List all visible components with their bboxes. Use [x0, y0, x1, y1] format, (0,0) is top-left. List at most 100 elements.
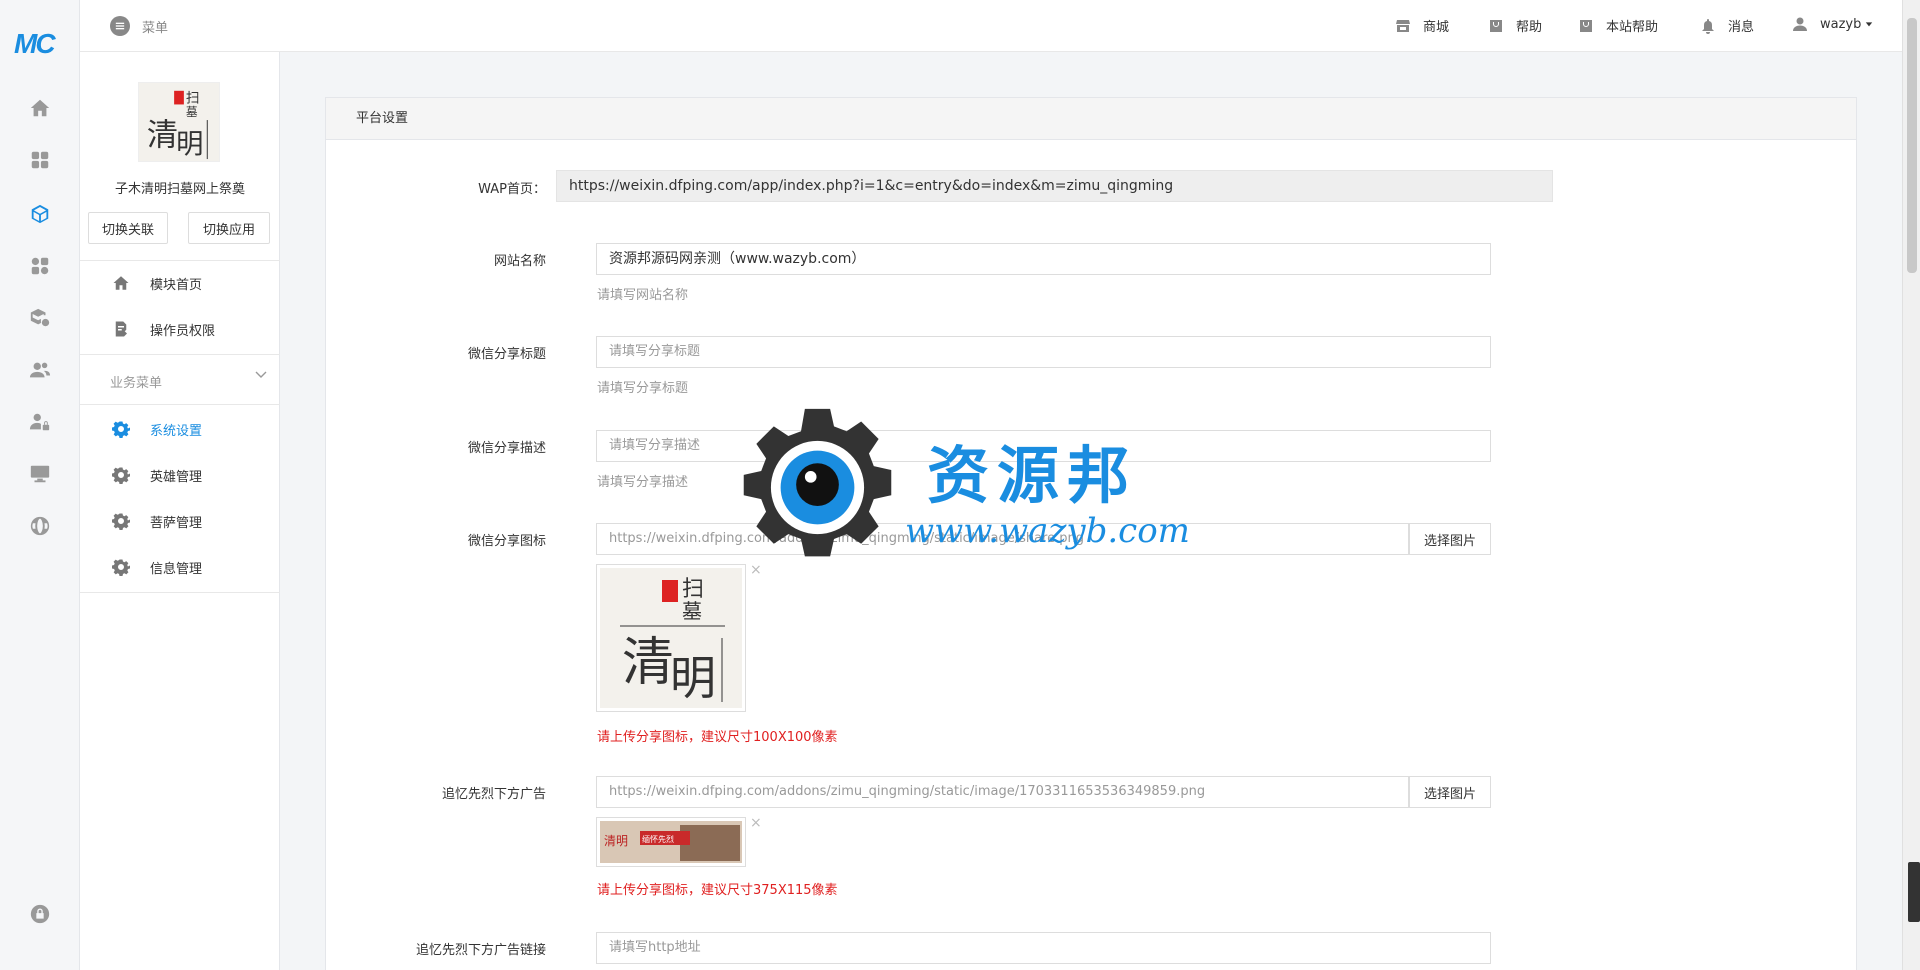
- settings-panel: 平台设置 WAP首页： https://weixin.dfping.com/ap…: [325, 97, 1857, 970]
- site-name-help: 请填写网站名称: [597, 288, 689, 303]
- svg-text:明: 明: [176, 129, 203, 160]
- home-icon: [110, 272, 132, 294]
- nav-system-settings[interactable]: 系统设置: [80, 406, 280, 452]
- scrollbar-thumb[interactable]: [1907, 18, 1917, 273]
- app-logo-image: 扫 墓 清 明: [138, 82, 220, 162]
- choose-share-icon-button[interactable]: 选择图片: [1409, 523, 1491, 555]
- divider: [80, 354, 280, 355]
- username: wazyb: [1820, 16, 1862, 32]
- bag-icon: [1580, 19, 1592, 32]
- rail-monitor-icon[interactable]: [0, 448, 80, 500]
- help-label: 帮助: [1516, 20, 1543, 35]
- rail-home-icon[interactable]: [0, 82, 80, 134]
- nav-operator-permissions[interactable]: 操作员权限: [80, 306, 280, 352]
- svg-text:清明: 清明: [604, 834, 628, 848]
- share-icon-help: 请上传分享图标，建议尺寸100X100像素: [597, 730, 838, 745]
- page-scrollbar[interactable]: [1902, 0, 1920, 970]
- gear-icon: [110, 510, 132, 532]
- share-desc-input[interactable]: 请填写分享描述: [596, 430, 1491, 462]
- ad-link-input[interactable]: 请填写http地址: [596, 932, 1491, 964]
- nav-module-home[interactable]: 模块首页: [80, 260, 280, 306]
- svg-text:明: 明: [670, 651, 716, 705]
- ad-link-label: 追忆先烈下方广告链接: [415, 943, 546, 958]
- switch-app-button[interactable]: 切换应用: [188, 212, 270, 244]
- wap-url-field[interactable]: https://weixin.dfping.com/app/index.php?…: [556, 170, 1553, 202]
- svg-text:清: 清: [622, 633, 674, 693]
- divider: [80, 404, 280, 405]
- gear-icon: [110, 464, 132, 486]
- brand-logo[interactable]: MC: [14, 28, 66, 60]
- nav-info-management[interactable]: 信息管理: [80, 544, 280, 590]
- module-sidebar: 扫 墓 清 明 子木清明扫墓网上祭奠 切换关联 切换应用 模块首页 操作员权限 …: [80, 0, 280, 970]
- share-title-input[interactable]: 请填写分享标题: [596, 336, 1491, 368]
- ad-url-input[interactable]: https://weixin.dfping.com/addons/zimu_qi…: [596, 776, 1409, 808]
- share-icon-url-input[interactable]: https://weixin.dfping.com/addons/zimu_qi…: [596, 523, 1409, 555]
- ad-help: 请上传分享图标，建议尺寸375X115像素: [597, 883, 838, 898]
- nav-bodhisattva-management[interactable]: 菩萨管理: [80, 498, 280, 544]
- site-name-label: 网站名称: [493, 254, 546, 269]
- nav-label: 操作员权限: [150, 323, 216, 339]
- menu-toggle[interactable]: 菜单: [110, 16, 168, 36]
- wap-label: WAP首页：: [478, 182, 546, 197]
- group-title: 业务菜单: [110, 376, 163, 391]
- remove-share-icon-button[interactable]: ×: [750, 562, 762, 578]
- mall-label: 商城: [1423, 20, 1450, 35]
- nav-label: 信息管理: [150, 561, 203, 577]
- svg-text:墓: 墓: [186, 105, 198, 119]
- nav-label: 模块首页: [150, 277, 203, 293]
- bag-icon: [1490, 19, 1502, 32]
- caret-down-icon: [1866, 22, 1873, 27]
- share-desc-label: 微信分享描述: [467, 441, 546, 456]
- scroll-handle[interactable]: [1908, 862, 1920, 922]
- rail-user-lock-icon[interactable]: [0, 396, 80, 448]
- ad-label: 追忆先烈下方广告: [441, 787, 546, 802]
- user-icon: [1793, 17, 1807, 31]
- rail-globe-icon[interactable]: [0, 500, 80, 552]
- mall-link[interactable]: 商城: [1395, 16, 1449, 35]
- app-name: 子木清明扫墓网上祭奠: [114, 182, 245, 197]
- share-icon-label: 微信分享图标: [467, 534, 546, 549]
- rail-grid-icon[interactable]: [0, 134, 80, 186]
- share-icon-preview: 扫 墓 清 明: [596, 564, 746, 712]
- menu-icon: [110, 16, 130, 36]
- rail-package-gear-icon[interactable]: [0, 292, 80, 344]
- site-help-link[interactable]: 本站帮助: [1578, 16, 1658, 35]
- nav-hero-management[interactable]: 英雄管理: [80, 452, 280, 498]
- share-desc-help: 请填写分享描述: [597, 475, 689, 490]
- remove-ad-image-button[interactable]: ×: [750, 815, 762, 831]
- nav-label: 英雄管理: [150, 469, 203, 485]
- main-content: 平台设置 WAP首页： https://weixin.dfping.com/ap…: [280, 52, 1902, 970]
- ad-image-preview: 清明 缅怀先烈: [596, 817, 746, 867]
- chevron-down-icon[interactable]: [254, 368, 268, 382]
- switch-link-button[interactable]: 切换关联: [88, 212, 168, 244]
- choose-ad-image-button[interactable]: 选择图片: [1409, 776, 1491, 808]
- edit-doc-icon: [110, 318, 132, 340]
- icon-rail: MC: [0, 0, 80, 970]
- rail-cube-icon[interactable]: [0, 188, 80, 240]
- site-name-input[interactable]: 资源邦源码网亲测（www.wazyb.com）: [596, 243, 1491, 275]
- user-menu[interactable]: wazyb: [1792, 16, 1873, 32]
- gear-icon: [110, 418, 132, 440]
- divider: [80, 592, 280, 593]
- svg-text:缅怀先烈: 缅怀先烈: [642, 834, 674, 844]
- svg-text:清: 清: [147, 117, 178, 153]
- site-help-label: 本站帮助: [1606, 20, 1659, 35]
- nav-label: 菩萨管理: [150, 515, 203, 531]
- messages-label: 消息: [1728, 20, 1755, 35]
- share-title-label: 微信分享标题: [467, 347, 546, 362]
- rail-lock-icon[interactable]: [0, 888, 80, 940]
- help-link[interactable]: 帮助: [1488, 16, 1542, 35]
- gear-icon: [110, 556, 132, 578]
- rail-apps-icon[interactable]: [0, 240, 80, 292]
- top-bar: 菜单 商城 帮助 本站帮助 消息 wazyb: [80, 0, 1902, 52]
- svg-text:墓: 墓: [682, 599, 702, 623]
- messages-link[interactable]: 消息: [1700, 16, 1754, 35]
- svg-text:扫: 扫: [186, 91, 200, 107]
- bell-icon: [1702, 18, 1714, 34]
- panel-title: 平台设置: [326, 98, 1856, 140]
- menu-label: 菜单: [142, 20, 169, 36]
- nav-label: 系统设置: [150, 423, 203, 439]
- rail-users-icon[interactable]: [0, 344, 80, 396]
- store-icon: [1396, 19, 1410, 32]
- share-title-help: 请填写分享标题: [597, 381, 689, 396]
